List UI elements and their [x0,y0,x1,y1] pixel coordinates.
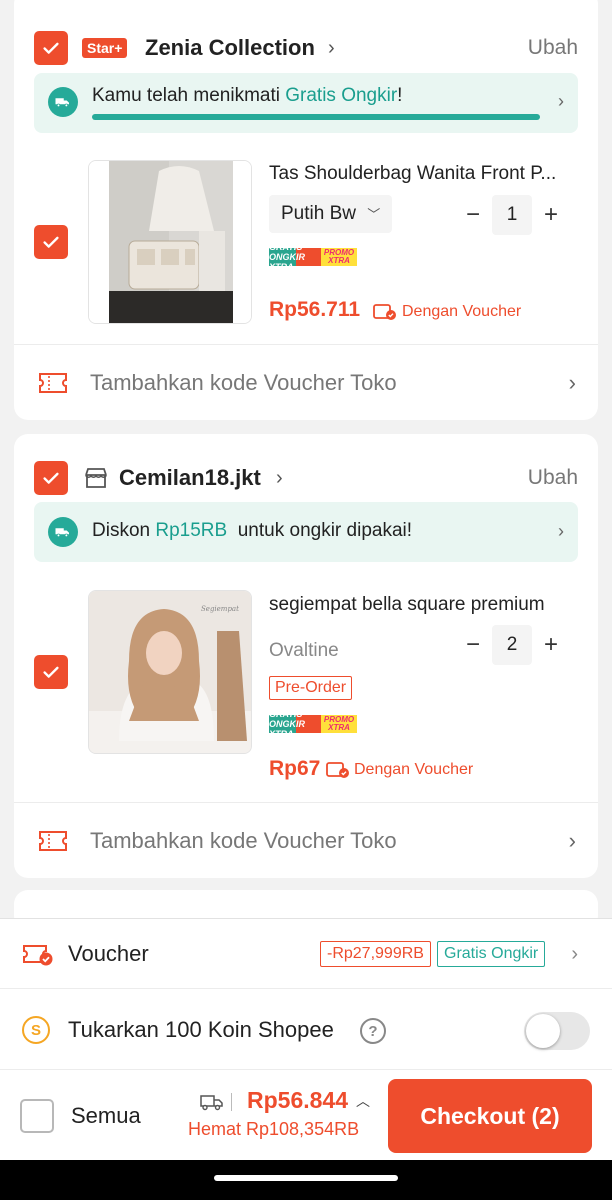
shipping-banner[interactable]: Diskon Rp15RB untuk ongkir dipakai! › [34,502,578,562]
system-nav-bar [0,1160,612,1200]
total-price[interactable]: Rp56.844 [247,1087,348,1114]
quantity-stepper: − 1 + [454,195,570,235]
shipping-progress-bar [92,114,540,120]
shop-voucher-row[interactable]: Tambahkan kode Voucher Toko › [14,804,598,878]
shop-checkbox[interactable] [34,31,68,65]
ticket-icon [39,831,67,851]
quantity-value[interactable]: 2 [492,625,532,665]
product-checkbox[interactable] [34,225,68,259]
chevron-right-icon: › [568,828,576,853]
coin-row: S Tukarkan 100 Koin Shopee ? [0,990,612,1070]
free-shipping-xtra-badge: GRATIS ONGKIR XTRA [269,709,321,739]
decrease-button[interactable]: − [454,631,492,659]
product-image[interactable]: Segiempat [88,590,252,754]
home-indicator[interactable] [214,1175,398,1181]
coin-toggle[interactable] [524,1012,590,1050]
increase-button[interactable]: + [532,201,570,229]
free-shipping-tag: Gratis Ongkir [437,941,546,967]
coin-icon: S [22,1016,50,1044]
check-icon [43,236,59,248]
voucher-icon [23,945,53,966]
promo-xtra-badge: PROMO XTRA [321,248,357,266]
chevron-right-icon[interactable]: › [276,467,283,490]
shop-checkbox[interactable] [34,461,68,495]
check-icon [43,42,59,54]
divider [14,802,598,803]
select-all-label[interactable]: Semua [71,1103,141,1129]
divider [14,344,598,345]
increase-button[interactable]: + [532,631,570,659]
platform-voucher-row[interactable]: Voucher -Rp27,999RB Gratis Ongkir › [0,919,612,989]
voucher-discount-tag: -Rp27,999RB [320,941,431,967]
voucher-check-icon [373,304,396,320]
product-name[interactable]: Tas Shoulderbag Wanita Front P... [269,163,579,185]
chevron-right-icon: › [568,370,576,395]
shop-header: Star+ Zenia Collection › Ubah [14,23,598,73]
free-shipping-xtra-badge: GRATIS ONGKIR XTRA [269,242,321,272]
star-plus-badge: Star+ [82,38,128,58]
variant-selector[interactable]: Putih Bw ﹀ [269,195,393,233]
shop-card-zenia: Star+ Zenia Collection › Ubah Kamu telah… [14,0,598,420]
product-checkbox[interactable] [34,655,68,689]
product-name[interactable]: segiempat bella square premium [269,594,579,616]
shipping-text: Diskon Rp15RB untuk ongkir dipakai! [92,520,413,541]
checkout-bar: Semua Rp56.844 ︿ Hemat Rp108,354RB Check… [0,1071,612,1161]
variant-label[interactable]: Ovaltine [269,640,339,662]
truck-icon [48,87,78,117]
ticket-icon [39,373,67,393]
check-icon [43,666,59,678]
decrease-button[interactable]: − [454,201,492,229]
promo-xtra-badge: PROMO XTRA [321,715,357,733]
chevron-down-icon: ﹀ [367,207,381,222]
product-price: Rp67 [269,757,321,780]
truck-icon [200,1095,223,1111]
shop-name[interactable]: Zenia Collection [145,35,315,61]
chevron-up-icon[interactable]: ︿ [356,1091,370,1111]
edit-button[interactable]: Ubah [528,466,578,490]
shop-name[interactable]: Cemilan18.jkt [119,465,261,491]
shop-header: Cemilan18.jkt › Ubah [14,453,598,503]
product-image[interactable] [88,160,252,324]
help-icon[interactable]: ? [360,1018,386,1044]
checkout-panel: Voucher -Rp27,999RB Gratis Ongkir › S Tu… [0,918,612,1160]
edit-button[interactable]: Ubah [528,36,578,60]
shipping-text: Kamu telah menikmati Gratis Ongkir! [92,85,403,106]
shop-voucher-label: Tambahkan kode Voucher Toko [90,828,397,853]
promo-badges: GRATIS ONGKIR XTRA PROMO XTRA [269,709,357,739]
quantity-value[interactable]: 1 [492,195,532,235]
truck-icon [48,517,78,547]
product-price: Rp56.711 [269,298,361,321]
store-icon [85,468,107,488]
check-icon [43,472,59,484]
chevron-right-icon: › [558,521,564,541]
toggle-knob [526,1014,560,1048]
select-all-checkbox[interactable] [20,1099,54,1133]
chevron-right-icon: › [571,943,578,965]
voucher-note: Dengan Voucher [402,303,522,320]
savings-text: Hemat Rp108,354RB [188,1119,360,1139]
shop-card-cemilan: Cemilan18.jkt › Ubah Diskon Rp15RB untuk… [14,434,598,878]
voucher-check-icon [326,762,349,778]
shop-voucher-label: Tambahkan kode Voucher Toko [90,370,397,395]
quantity-stepper: − 2 + [454,625,570,665]
voucher-label: Voucher [68,941,149,966]
shop-voucher-row[interactable]: Tambahkan kode Voucher Toko › [14,346,598,420]
preorder-badge: Pre-Order [269,676,353,700]
chevron-right-icon: › [558,91,564,111]
shipping-banner[interactable]: Kamu telah menikmati Gratis Ongkir! › [34,73,578,133]
promo-badges: GRATIS ONGKIR XTRA PROMO XTRA [269,242,357,272]
voucher-note: Dengan Voucher [354,761,474,778]
coin-label: Tukarkan 100 Koin Shopee [68,1017,334,1042]
chevron-right-icon[interactable]: › [328,37,335,60]
separator [231,1093,232,1111]
svg-text:Segiempat: Segiempat [201,605,239,613]
checkout-button[interactable]: Checkout (2) [388,1079,592,1153]
